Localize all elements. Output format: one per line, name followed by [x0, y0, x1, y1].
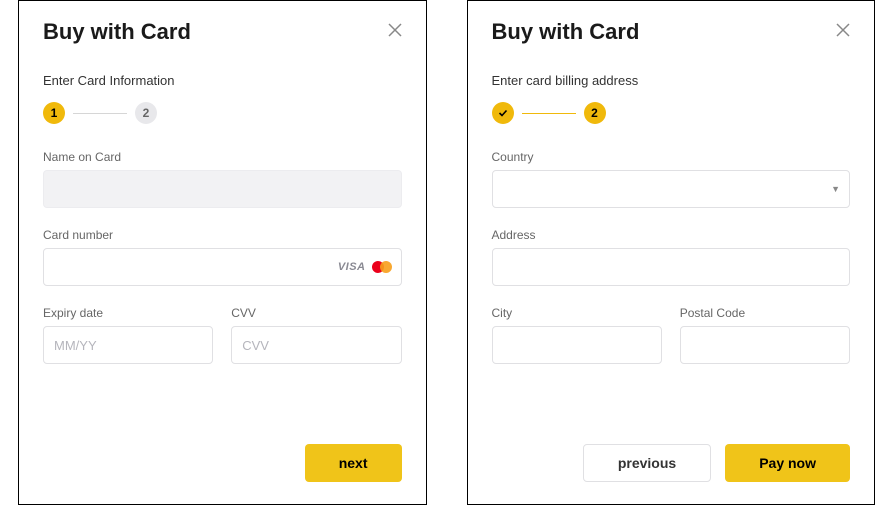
- section-subtitle: Enter Card Information: [43, 73, 402, 88]
- city-input[interactable]: [492, 326, 662, 364]
- visa-icon: VISA: [338, 261, 366, 273]
- step-connector: [522, 113, 576, 114]
- postal-input[interactable]: [680, 326, 850, 364]
- country-label: Country: [492, 150, 851, 164]
- name-field: Name on Card: [43, 150, 402, 208]
- section-subtitle: Enter card billing address: [492, 73, 851, 88]
- progress-stepper: 2: [492, 102, 851, 124]
- buy-card-panel-step1: Buy with Card Enter Card Information 1 2…: [18, 0, 427, 505]
- expiry-field: Expiry date: [43, 306, 213, 364]
- name-input[interactable]: [43, 170, 402, 208]
- close-icon[interactable]: [836, 23, 850, 41]
- postal-field: Postal Code: [680, 306, 850, 364]
- name-label: Name on Card: [43, 150, 402, 164]
- cvv-label: CVV: [231, 306, 401, 320]
- panel-title: Buy with Card: [43, 19, 191, 45]
- progress-stepper: 1 2: [43, 102, 402, 124]
- city-label: City: [492, 306, 662, 320]
- pay-now-button[interactable]: Pay now: [725, 444, 850, 482]
- address-field: Address: [492, 228, 851, 286]
- panel-title: Buy with Card: [492, 19, 640, 45]
- buy-card-panel-step2: Buy with Card Enter card billing address…: [467, 0, 876, 505]
- cvv-input[interactable]: [231, 326, 401, 364]
- cardnumber-field: Card number VISA: [43, 228, 402, 286]
- expiry-input[interactable]: [43, 326, 213, 364]
- checkmark-icon: [498, 108, 508, 118]
- panel-header: Buy with Card: [43, 19, 402, 45]
- city-field: City: [492, 306, 662, 364]
- panel-header: Buy with Card: [492, 19, 851, 45]
- step-2-indicator: 2: [584, 102, 606, 124]
- card-brand-icons: VISA: [338, 261, 392, 273]
- country-field: Country ▼: [492, 150, 851, 208]
- address-input[interactable]: [492, 248, 851, 286]
- footer-actions: next: [43, 444, 402, 482]
- country-select[interactable]: [492, 170, 851, 208]
- footer-actions: previous Pay now: [492, 444, 851, 482]
- cardnumber-label: Card number: [43, 228, 402, 242]
- cvv-field: CVV: [231, 306, 401, 364]
- step-1-indicator: 1: [43, 102, 65, 124]
- address-label: Address: [492, 228, 851, 242]
- next-button[interactable]: next: [305, 444, 402, 482]
- step-1-indicator-complete: [492, 102, 514, 124]
- close-icon[interactable]: [388, 23, 402, 41]
- previous-button[interactable]: previous: [583, 444, 711, 482]
- step-2-indicator: 2: [135, 102, 157, 124]
- mastercard-icon: [372, 261, 392, 273]
- postal-label: Postal Code: [680, 306, 850, 320]
- expiry-label: Expiry date: [43, 306, 213, 320]
- step-connector: [73, 113, 127, 114]
